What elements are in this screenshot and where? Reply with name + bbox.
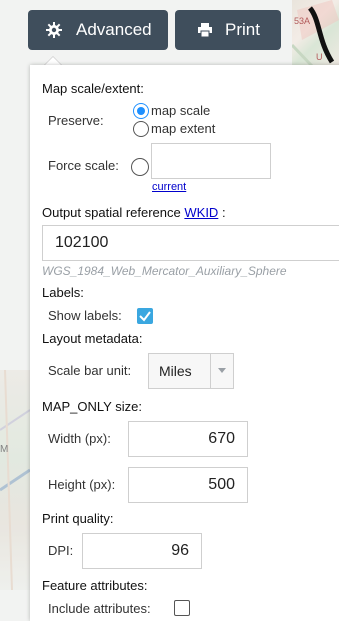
spatial-reference-description: WGS_1984_Web_Mercator_Auxiliary_Sphere [42, 264, 287, 278]
map-scale-option-label[interactable]: map scale [151, 103, 210, 118]
force-scale-radio[interactable] [131, 158, 149, 176]
gear-icon [46, 22, 62, 38]
scale-bar-unit-value: Miles [159, 363, 192, 379]
map-background-strip: M [0, 369, 31, 591]
width-label: Width (px): [48, 431, 111, 446]
advanced-button-label: Advanced [76, 20, 152, 39]
map-only-size-title: MAP_ONLY size: [42, 399, 142, 414]
checkmark-icon [139, 311, 151, 322]
show-labels-label: Show labels: [48, 308, 122, 323]
height-value: 500 [208, 476, 235, 493]
current-scale-link[interactable]: current [152, 181, 186, 193]
dpi-value: 96 [171, 542, 189, 559]
scale-bar-unit-label: Scale bar unit: [48, 363, 132, 378]
spatial-reference-title: Output spatial reference WKID : [42, 205, 226, 220]
print-quality-title: Print quality: [42, 511, 114, 526]
printer-icon [197, 22, 213, 38]
include-attributes-checkbox[interactable] [174, 600, 190, 616]
print-button-label: Print [225, 20, 260, 39]
chevron-down-icon [210, 354, 233, 388]
force-scale-label: Force scale: [48, 158, 119, 173]
show-labels-checkbox[interactable] [137, 308, 153, 324]
print-button[interactable]: Print [175, 10, 281, 50]
advanced-button[interactable]: Advanced [28, 10, 168, 50]
labels-title: Labels: [42, 285, 84, 300]
dpi-input[interactable]: 96 [82, 533, 202, 569]
spatial-reference-colon: : [221, 205, 226, 220]
map-extent-radio[interactable] [133, 121, 149, 137]
wkid-link[interactable]: WKID [184, 205, 218, 220]
preserve-label: Preserve: [48, 113, 104, 128]
force-scale-input[interactable] [151, 143, 271, 179]
include-attributes-label: Include attributes: [48, 601, 151, 616]
scale-extent-title: Map scale/extent: [42, 81, 144, 96]
map-extent-option-label[interactable]: map extent [151, 121, 215, 136]
dpi-label: DPI: [48, 543, 74, 558]
wkid-input[interactable]: 102100 [42, 225, 339, 261]
width-input[interactable]: 670 [128, 421, 248, 457]
map-scale-radio[interactable] [133, 103, 149, 119]
feature-attributes-title: Feature attributes: [42, 578, 148, 593]
map-label-3: M [0, 444, 8, 455]
map-label-2: U [316, 52, 323, 62]
map-label: 53A [294, 16, 310, 26]
width-value: 670 [208, 430, 235, 447]
map-background-fragment: 53A U [292, 0, 339, 66]
wkid-value: 102100 [55, 234, 109, 251]
scale-bar-unit-select[interactable]: Miles [148, 353, 234, 389]
layout-metadata-title: Layout metadata: [42, 331, 143, 346]
spatial-reference-title-text: Output spatial reference [42, 205, 181, 220]
advanced-options-panel: Map scale/extent: Preserve: map scale ma… [30, 65, 339, 621]
height-input[interactable]: 500 [128, 467, 248, 503]
height-label: Height (px): [48, 477, 116, 492]
